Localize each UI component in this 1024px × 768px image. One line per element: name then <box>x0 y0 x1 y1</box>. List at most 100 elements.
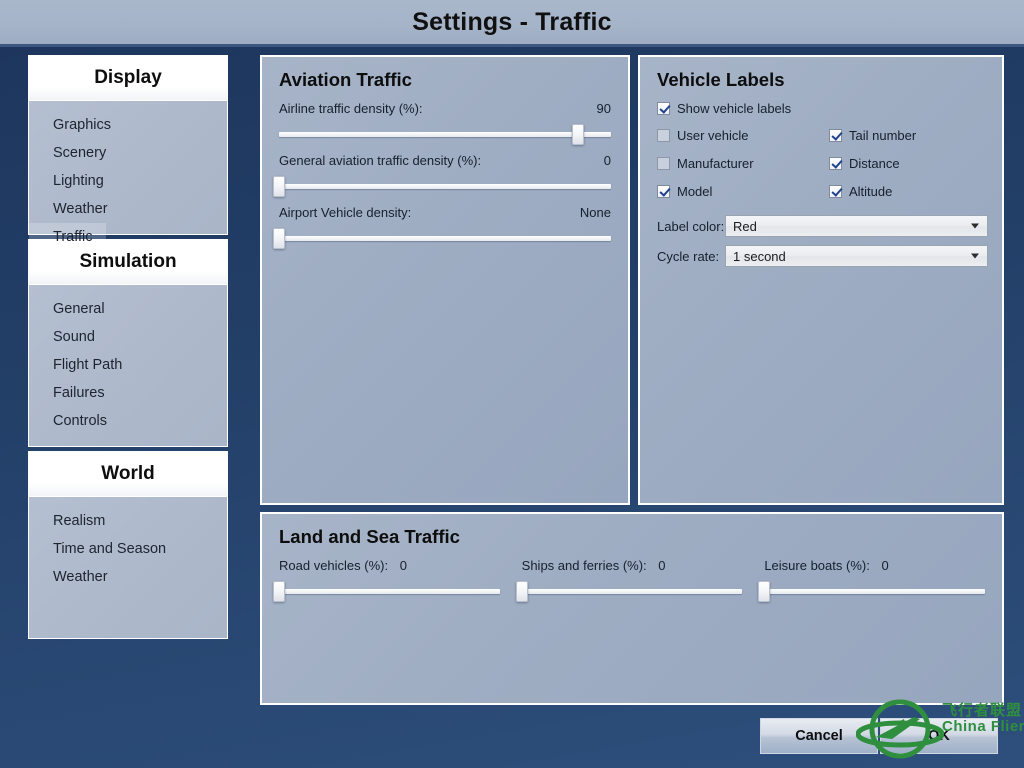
land-and-sea-traffic-panel: Land and Sea Traffic Road vehicles (%): … <box>260 512 1004 705</box>
airline-traffic-density-value: 90 <box>597 101 611 116</box>
airport-vehicle-density-label: Airport Vehicle density: <box>279 205 411 220</box>
sidebar-group-world: World Realism Time and Season Weather <box>28 451 228 639</box>
checkbox-icon-distance[interactable] <box>829 157 842 170</box>
sidebar-item-realism[interactable]: Realism <box>29 507 227 535</box>
airport-vehicle-density-slider[interactable] <box>279 227 611 249</box>
slider-thumb[interactable] <box>758 581 770 602</box>
cycle-rate-value: 1 second <box>733 249 786 264</box>
chevron-down-icon[interactable] <box>971 224 979 229</box>
vehicle-labels-panel: Vehicle Labels Show vehicle labels User … <box>638 55 1004 505</box>
ok-button[interactable]: OK <box>880 718 998 754</box>
airport-vehicle-density-row: Airport Vehicle density: None <box>279 205 611 249</box>
slider-thumb[interactable] <box>273 581 285 602</box>
general-aviation-density-row: General aviation traffic density (%): 0 <box>279 153 611 197</box>
sidebar-item-controls[interactable]: Controls <box>29 407 227 435</box>
sidebar-item-traffic[interactable]: Traffic <box>29 223 106 251</box>
general-aviation-density-value: 0 <box>604 153 611 168</box>
checkbox-icon-model[interactable] <box>657 185 670 198</box>
cancel-button[interactable]: Cancel <box>760 718 878 754</box>
slider-track <box>279 236 611 241</box>
airline-traffic-density-slider[interactable] <box>279 123 611 145</box>
cycle-rate-dropdown[interactable]: 1 second <box>725 245 988 267</box>
watermark-text-cn: 飞行者联盟 <box>942 703 1024 719</box>
land-and-sea-traffic-title: Land and Sea Traffic <box>279 526 1002 548</box>
cycle-rate-row: Cycle rate: 1 second <box>657 245 988 267</box>
option-label-model: Model <box>677 184 712 199</box>
aviation-traffic-title: Aviation Traffic <box>279 69 628 91</box>
sidebar-item-weather[interactable]: Weather <box>29 195 227 223</box>
slider-track <box>279 132 611 137</box>
airport-vehicle-density-value: None <box>580 205 611 220</box>
sidebar-item-failures[interactable]: Failures <box>29 379 227 407</box>
option-tail-number[interactable]: Tail number <box>829 128 1002 143</box>
road-vehicles-label: Road vehicles (%): <box>279 558 388 573</box>
road-vehicles-slider[interactable] <box>279 580 500 602</box>
cycle-rate-label: Cycle rate: <box>657 249 725 264</box>
label-color-dropdown[interactable]: Red <box>725 215 988 237</box>
option-distance[interactable]: Distance <box>829 156 1002 171</box>
ships-and-ferries-slider[interactable] <box>522 580 743 602</box>
sidebar-item-general[interactable]: General <box>29 295 227 323</box>
window-title-bar: Settings - Traffic <box>0 0 1024 47</box>
leisure-boats-value: 0 <box>881 558 888 573</box>
checkbox-icon-show-vehicle-labels[interactable] <box>657 102 670 115</box>
vehicle-label-options-grid: User vehicle Tail number Manufacturer Di… <box>657 128 1002 199</box>
sidebar-list-world: Realism Time and Season Weather <box>28 497 228 639</box>
label-color-value: Red <box>733 219 757 234</box>
sidebar-group-header-world: World <box>28 451 228 497</box>
slider-track <box>279 589 500 594</box>
general-aviation-density-slider[interactable] <box>279 175 611 197</box>
road-vehicles-value: 0 <box>400 558 407 573</box>
option-label-distance: Distance <box>849 156 900 171</box>
show-vehicle-labels-row[interactable]: Show vehicle labels <box>657 101 1002 116</box>
slider-thumb[interactable] <box>273 176 285 197</box>
show-vehicle-labels-label: Show vehicle labels <box>677 101 791 116</box>
ships-and-ferries-label: Ships and ferries (%): <box>522 558 647 573</box>
road-vehicles-row: Road vehicles (%): 0 <box>279 558 500 602</box>
option-user-vehicle[interactable]: User vehicle <box>657 128 829 143</box>
ships-and-ferries-row: Ships and ferries (%): 0 <box>522 558 743 602</box>
leisure-boats-slider[interactable] <box>764 580 985 602</box>
airline-traffic-density-label: Airline traffic density (%): <box>279 101 423 116</box>
label-color-label: Label color: <box>657 219 725 234</box>
sidebar-list-simulation: General Sound Flight Path Failures Contr… <box>28 285 228 447</box>
ships-and-ferries-value: 0 <box>658 558 665 573</box>
sidebar-item-scenery[interactable]: Scenery <box>29 139 227 167</box>
checkbox-icon-user-vehicle[interactable] <box>657 129 670 142</box>
aviation-traffic-panel: Aviation Traffic Airline traffic density… <box>260 55 630 505</box>
dialog-button-bar: Cancel OK <box>760 718 998 754</box>
option-label-manufacturer: Manufacturer <box>677 156 754 171</box>
checkbox-icon-altitude[interactable] <box>829 185 842 198</box>
sidebar-group-header-display: Display <box>28 55 228 101</box>
sidebar-item-lighting[interactable]: Lighting <box>29 167 227 195</box>
sidebar-item-flight-path[interactable]: Flight Path <box>29 351 227 379</box>
slider-track <box>279 184 611 189</box>
chevron-down-icon[interactable] <box>971 254 979 259</box>
checkbox-icon-manufacturer[interactable] <box>657 157 670 170</box>
slider-track <box>764 589 985 594</box>
general-aviation-density-label: General aviation traffic density (%): <box>279 153 481 168</box>
sidebar-item-graphics[interactable]: Graphics <box>29 111 227 139</box>
sidebar-item-world-weather[interactable]: Weather <box>29 563 227 591</box>
option-altitude[interactable]: Altitude <box>829 184 1002 199</box>
sidebar-item-sound[interactable]: Sound <box>29 323 227 351</box>
leisure-boats-row: Leisure boats (%): 0 <box>764 558 985 602</box>
slider-thumb[interactable] <box>273 228 285 249</box>
slider-thumb[interactable] <box>516 581 528 602</box>
checkbox-icon-tail-number[interactable] <box>829 129 842 142</box>
label-color-row: Label color: Red <box>657 215 988 237</box>
option-manufacturer[interactable]: Manufacturer <box>657 156 829 171</box>
option-model[interactable]: Model <box>657 184 829 199</box>
sidebar-list-display: Graphics Scenery Lighting Weather Traffi… <box>28 101 228 235</box>
airline-traffic-density-row: Airline traffic density (%): 90 <box>279 101 611 145</box>
option-label-altitude: Altitude <box>849 184 892 199</box>
option-label-user-vehicle: User vehicle <box>677 128 749 143</box>
option-label-tail-number: Tail number <box>849 128 916 143</box>
sidebar-item-time-and-season[interactable]: Time and Season <box>29 535 227 563</box>
leisure-boats-label: Leisure boats (%): <box>764 558 870 573</box>
sidebar-group-simulation: Simulation General Sound Flight Path Fai… <box>28 239 228 447</box>
settings-sidebar: Display Graphics Scenery Lighting Weathe… <box>28 55 228 703</box>
vehicle-labels-title: Vehicle Labels <box>657 69 1002 91</box>
sidebar-group-display: Display Graphics Scenery Lighting Weathe… <box>28 55 228 235</box>
slider-thumb[interactable] <box>572 124 584 145</box>
